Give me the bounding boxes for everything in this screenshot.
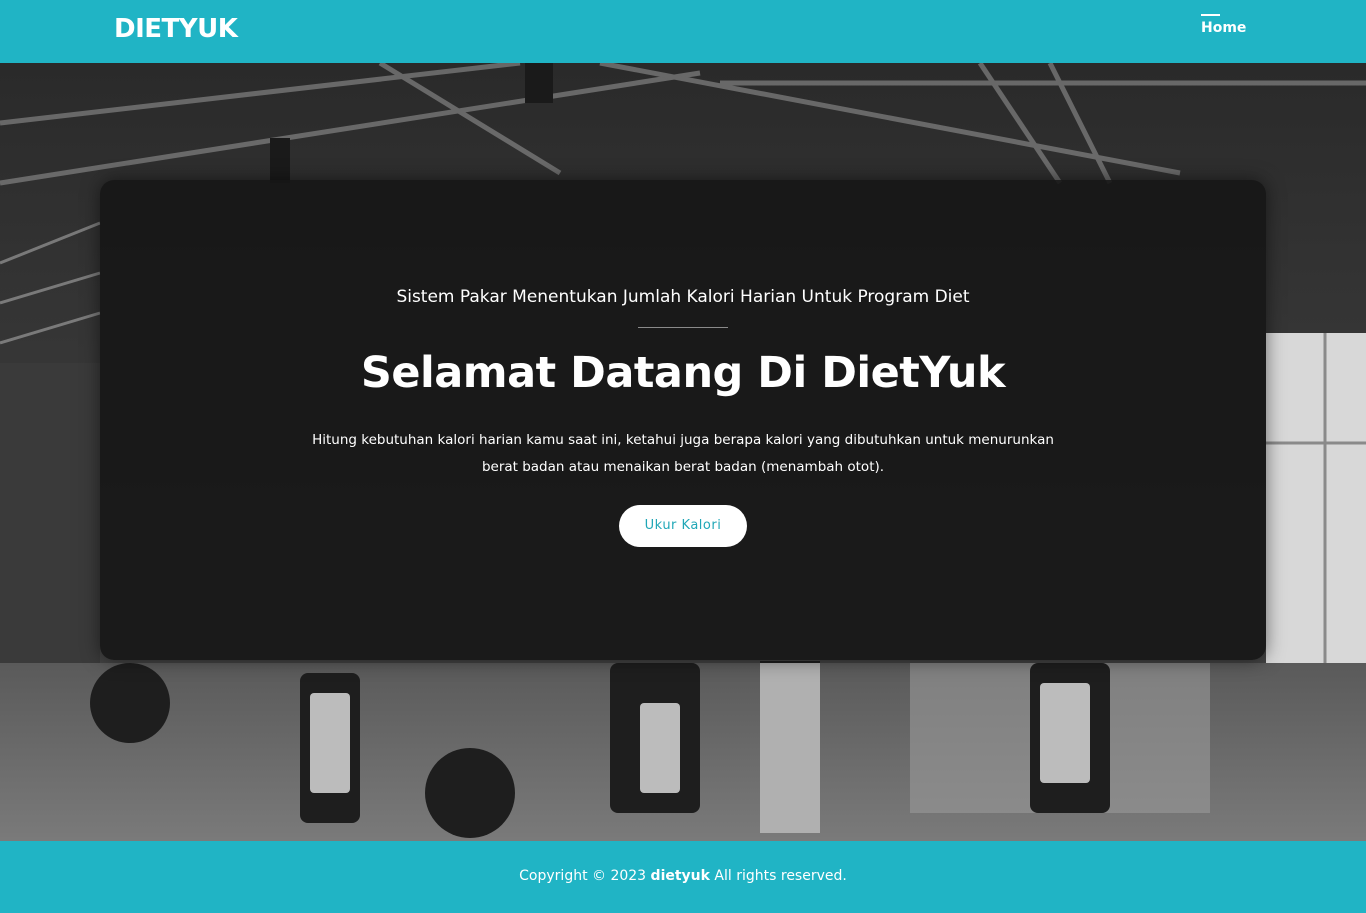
footer: Copyright © 2023 dietyuk All rights rese… xyxy=(0,841,1366,913)
copyright-suffix: All rights reserved. xyxy=(714,868,847,884)
hero-description: Hitung kebutuhan kalori harian kamu saat… xyxy=(312,432,1054,475)
copyright-prefix: Copyright © 2023 xyxy=(519,868,647,884)
hero-divider xyxy=(638,327,728,328)
copyright-text: Copyright © 2023 dietyuk All rights rese… xyxy=(0,868,1366,884)
copyright-brand: dietyuk xyxy=(650,868,710,884)
nav-link-home-label: Home xyxy=(1201,20,1247,36)
hero-card: Sistem Pakar Menentukan Jumlah Kalori Ha… xyxy=(100,180,1266,660)
navbar: DIETYUK Home xyxy=(0,0,1366,63)
hero-headline: Selamat Datang Di DietYuk xyxy=(360,348,1006,398)
hero-subtitle: Sistem Pakar Menentukan Jumlah Kalori Ha… xyxy=(396,287,970,307)
nav-link-home[interactable]: Home xyxy=(1201,14,1247,36)
hero-section: Sistem Pakar Menentukan Jumlah Kalori Ha… xyxy=(0,63,1366,841)
brand-logo[interactable]: DIETYUK xyxy=(114,14,238,44)
active-indicator xyxy=(1201,14,1220,16)
ukur-kalori-button[interactable]: Ukur Kalori xyxy=(619,505,747,547)
